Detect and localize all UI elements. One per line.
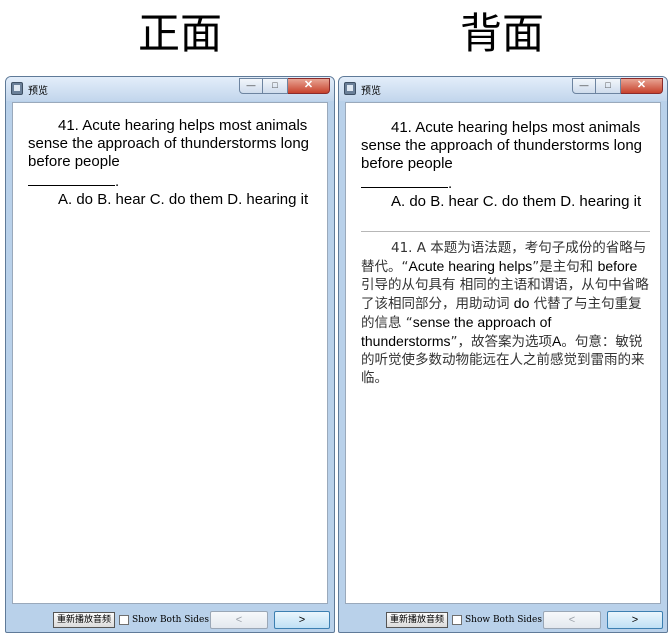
front-side-heading: 正面 — [138, 9, 223, 58]
answer-blank — [361, 173, 448, 188]
blank-suffix: . — [448, 175, 453, 192]
question-block: 41. Acute hearing helps most animals sen… — [28, 117, 313, 209]
replay-audio-button[interactable]: 重新播放音频 — [386, 612, 448, 628]
answer-text-2: ”是主句和 — [532, 259, 598, 275]
question-options: A. do B. hear C. do them D. hearing it — [58, 191, 309, 208]
answer-blank — [28, 171, 115, 186]
previous-button[interactable]: < — [543, 611, 601, 629]
question-stem: 41. Acute hearing helps most animals sen… — [361, 119, 643, 172]
answer-letter: A — [551, 333, 562, 349]
app-icon — [344, 82, 356, 95]
title-bar[interactable]: 预览 — □ ✕ — [339, 77, 667, 101]
card-content-area: 41. Acute hearing helps most animals sen… — [345, 102, 661, 604]
replay-audio-button[interactable]: 重新播放音频 — [53, 612, 115, 628]
title-bar[interactable]: 预览 — □ ✕ — [6, 77, 334, 101]
bottom-toolbar: 重新播放音频 Show Both Sides < > — [6, 604, 334, 632]
front-preview-window: 预览 — □ ✕ 41. Acute hearing helps most an… — [5, 76, 335, 633]
back-preview-window: 预览 — □ ✕ 41. Acute hearing helps most an… — [338, 76, 668, 633]
back-side-heading: 背面 — [460, 9, 545, 58]
show-both-sides-checkbox[interactable] — [119, 615, 129, 625]
question-block: 41. Acute hearing helps most animals sen… — [361, 119, 646, 211]
minimize-button[interactable]: — — [572, 78, 596, 94]
bottom-toolbar: 重新播放音频 Show Both Sides < > — [339, 604, 667, 632]
answer-text-5: ”，故答案为选项 — [450, 334, 552, 350]
blank-suffix: . — [115, 173, 120, 190]
show-both-sides-label: Show Both Sides — [465, 615, 543, 625]
question-stem: 41. Acute hearing helps most animals sen… — [28, 117, 310, 170]
maximize-button[interactable]: □ — [263, 78, 288, 94]
card-content-area: 41. Acute hearing helps most animals sen… — [12, 102, 328, 604]
next-button[interactable]: > — [274, 611, 330, 629]
answer-word-do: do — [513, 295, 530, 311]
window-title: 预览 — [28, 86, 48, 97]
maximize-button[interactable]: □ — [596, 78, 621, 94]
front-back-divider — [361, 231, 650, 232]
window-title: 预览 — [361, 86, 381, 97]
minimize-button[interactable]: — — [239, 78, 263, 94]
answer-explanation: 41. A 本题为语法题，考句子成份的省略与替代。“Acute hearing … — [361, 239, 649, 387]
previous-button[interactable]: < — [210, 611, 268, 629]
app-icon — [11, 82, 23, 95]
question-options: A. do B. hear C. do them D. hearing it — [391, 193, 642, 210]
show-both-sides-label: Show Both Sides — [132, 615, 210, 625]
next-button[interactable]: > — [607, 611, 663, 629]
answer-quote-1: Acute hearing helps — [408, 258, 533, 274]
close-button[interactable]: ✕ — [621, 78, 663, 94]
show-both-sides-checkbox[interactable] — [452, 615, 462, 625]
close-button[interactable]: ✕ — [288, 78, 330, 94]
answer-word-before: before — [597, 258, 638, 274]
